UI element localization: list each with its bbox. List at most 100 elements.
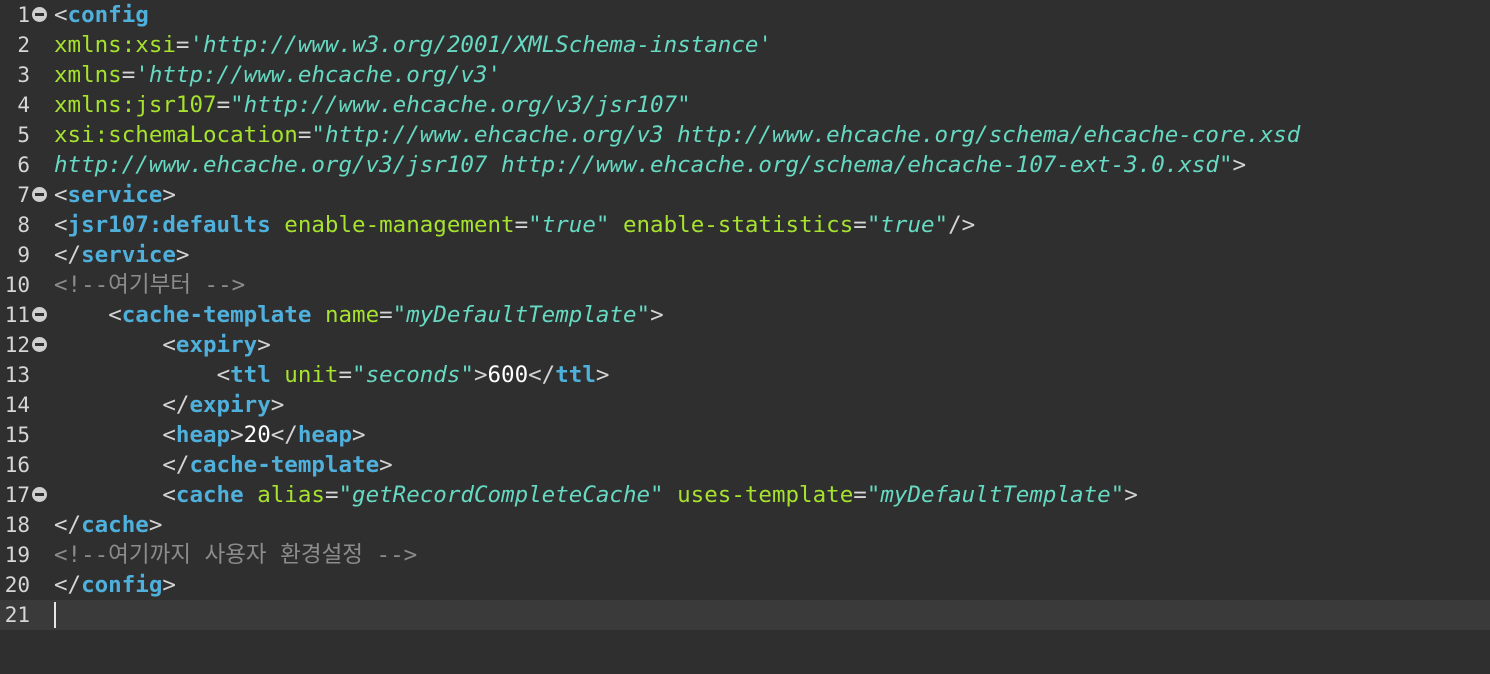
token-punctuation: < <box>162 422 176 448</box>
token-punctuation: > <box>162 572 176 598</box>
token-punctuation: = <box>297 122 312 148</box>
code-text: <heap>20</heap> <box>54 420 366 450</box>
code-text: <!--여기부터 --> <box>54 270 245 300</box>
code-line-19[interactable]: 19 <!--여기까지 사용자 환경설정 --> <box>0 540 1490 570</box>
code-line-11[interactable]: 11 <cache-template name="myDefaultTempla… <box>0 300 1490 330</box>
code-text: <cache alias="getRecordCompleteCache" us… <box>54 480 1138 510</box>
token-punctuation: > <box>148 512 163 538</box>
token-punctuation: = <box>379 302 393 328</box>
token-punctuation: </ <box>54 242 82 268</box>
token-attribute-value: http://www.ehcache.org/v3 http://www.ehc… <box>324 122 1301 148</box>
code-line-1[interactable]: 1 <config <box>0 0 1490 30</box>
token-quote: ' <box>758 32 772 58</box>
code-text: <service> <box>54 180 176 210</box>
token-attribute-value: seconds <box>365 362 461 388</box>
token-quote: " <box>311 122 325 148</box>
code-line-4[interactable]: 4 xmlns:jsr107="http://www.ehcache.org/v3… <box>0 90 1490 120</box>
token-tag-name: cache-template <box>189 452 380 478</box>
code-text: </cache-template> <box>54 450 392 480</box>
code-line-21[interactable]: 21 <box>0 600 1490 630</box>
fold-toggle-icon[interactable] <box>32 7 47 22</box>
token-punctuation: > <box>175 242 190 268</box>
line-number: 21 <box>4 603 30 627</box>
token-tag-name: config <box>67 2 149 28</box>
token-attribute-name: xmlns <box>54 62 122 88</box>
code-line-18[interactable]: 18 </cache> <box>0 510 1490 540</box>
token-punctuation: = <box>175 32 190 58</box>
code-line-8[interactable]: 8 <jsr107:defaults enable-management="tru… <box>0 210 1490 240</box>
code-line-7[interactable]: 7 <service> <box>0 180 1490 210</box>
line-number: 18 <box>4 513 30 537</box>
token-punctuation: < <box>54 182 68 208</box>
line-number: 4 <box>17 93 30 117</box>
line-number: 5 <box>17 123 30 147</box>
line-number: 7 <box>17 183 30 207</box>
token-attribute-name: enable-management <box>284 212 515 238</box>
token-punctuation: > <box>595 362 610 388</box>
line-number: 19 <box>4 543 30 567</box>
fold-toggle-icon[interactable] <box>32 187 47 202</box>
line-number: 12 <box>4 333 30 357</box>
token-comment: <!--여기부터 --> <box>54 272 246 298</box>
token-tag-name: expiry <box>189 392 271 418</box>
code-text: </expiry> <box>54 390 284 420</box>
token-attribute-value: http://www.ehcache.org/v3/jsr107 http://… <box>54 152 1219 178</box>
code-text: <cache-template name="myDefaultTemplate"… <box>54 300 663 330</box>
token-tag-name: expiry <box>175 332 258 358</box>
code-line-13[interactable]: 13 <ttl unit="seconds">600</ttl> <box>0 360 1490 390</box>
fold-toggle-icon[interactable] <box>32 487 47 502</box>
token-punctuation: </ <box>528 362 556 388</box>
text-cursor <box>54 602 56 628</box>
token-attribute-value: http://www.ehcache.org/v3/jsr107 <box>243 92 678 118</box>
token-punctuation: > <box>1232 152 1247 178</box>
code-line-10[interactable]: 10 <!--여기부터 --> <box>0 270 1490 300</box>
code-line-5[interactable]: 5 xsi:schemaLocation="http://www.ehcache.… <box>0 120 1490 150</box>
code-line-2[interactable]: 2 xmlns:xsi='http://www.w3.org/2001/XMLSc… <box>0 30 1490 60</box>
code-line-20[interactable]: 20 </config> <box>0 570 1490 600</box>
token-quote: " <box>528 212 542 238</box>
token-attribute-name: xmlns:jsr107 <box>54 92 217 118</box>
code-line-14[interactable]: 14 </expiry> <box>0 390 1490 420</box>
code-line-12[interactable]: 12 <expiry> <box>0 330 1490 360</box>
code-editor[interactable]: 1 <config 2 xmlns:xsi='http://www.w3.org/20… <box>0 0 1490 674</box>
code-text: </cache> <box>54 510 162 540</box>
token-tag-name: ttl <box>230 362 271 388</box>
code-line-6[interactable]: 6 http://www.ehcache.org/v3/jsr107 http:/… <box>0 150 1490 180</box>
code-text: <!--여기까지 사용자 환경설정 --> <box>54 540 417 570</box>
fold-toggle-icon[interactable] <box>32 337 47 352</box>
token-attribute-name: unit <box>284 362 339 388</box>
code-text: http://www.ehcache.org/v3/jsr107 http://… <box>54 150 1246 180</box>
code-line-17[interactable]: 17 <cache alias="getRecordCompleteCache"… <box>0 480 1490 510</box>
line-number: 8 <box>17 213 30 237</box>
line-number: 2 <box>17 33 30 57</box>
line-number: 11 <box>4 303 30 327</box>
token-punctuation: </ <box>54 572 82 598</box>
token-attribute-value: true <box>541 212 596 238</box>
code-line-15[interactable]: 15 <heap>20</heap> <box>0 420 1490 450</box>
code-line-9[interactable]: 9 </service> <box>0 240 1490 270</box>
token-attribute-name: xmlns:xsi <box>54 32 176 58</box>
code-text: </config> <box>54 570 176 600</box>
token-quote: ' <box>189 32 204 58</box>
token-quote: " <box>352 362 366 388</box>
token-tag-name: service <box>81 242 176 268</box>
token-punctuation: < <box>216 362 231 388</box>
token-punctuation: > <box>352 422 366 448</box>
code-line-16[interactable]: 16 </cache-template> <box>0 450 1490 480</box>
fold-toggle-icon[interactable] <box>32 307 47 322</box>
token-punctuation: > <box>1124 482 1138 508</box>
code-line-3[interactable]: 3 xmlns='http://www.ehcache.org/v3' <box>0 60 1490 90</box>
token-tag-name: service <box>67 182 163 208</box>
token-quote: " <box>230 92 244 118</box>
token-attribute-value: http://www.ehcache.org/v3 <box>148 62 488 88</box>
token-text: 600 <box>487 362 529 388</box>
token-tag-name: cache-template <box>121 302 312 328</box>
line-number: 1 <box>17 3 30 27</box>
token-punctuation: = <box>216 92 231 118</box>
